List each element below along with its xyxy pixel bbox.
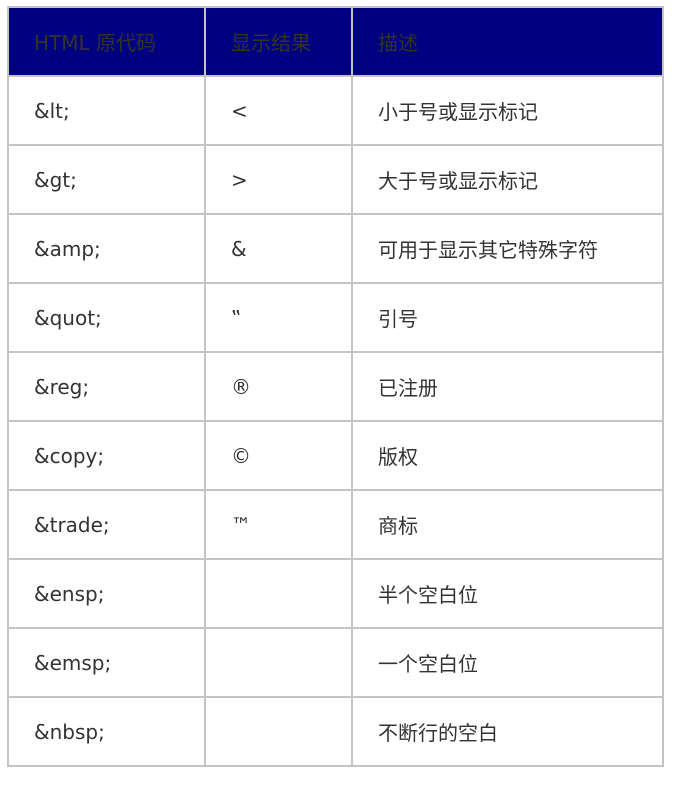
cell-result: ©	[204, 420, 353, 491]
cell-code: &gt;	[7, 144, 206, 215]
cell-code: &copy;	[7, 420, 206, 491]
cell-result: >	[204, 144, 353, 215]
table-row: &nbsp; 不断行的空白	[7, 696, 664, 767]
header-code: HTML 原代码	[7, 6, 206, 77]
cell-description: 大于号或显示标记	[351, 144, 664, 215]
cell-result: ‟	[204, 282, 353, 353]
cell-description: 小于号或显示标记	[351, 75, 664, 146]
table-row: &amp; & 可用于显示其它特殊字符	[7, 213, 664, 284]
table-row: &quot; ‟ 引号	[7, 282, 664, 353]
table-row: &emsp; 一个空白位	[7, 627, 664, 698]
cell-code: &reg;	[7, 351, 206, 422]
cell-code: &amp;	[7, 213, 206, 284]
table-row: &ensp; 半个空白位	[7, 558, 664, 629]
table-row: &trade; ™ 商标	[7, 489, 664, 560]
header-result: 显示结果	[204, 6, 353, 77]
cell-result: ®	[204, 351, 353, 422]
cell-description: 已注册	[351, 351, 664, 422]
cell-code: &nbsp;	[7, 696, 206, 767]
table-row: &reg; ® 已注册	[7, 351, 664, 422]
cell-code: &ensp;	[7, 558, 206, 629]
cell-result: <	[204, 75, 353, 146]
cell-description: 一个空白位	[351, 627, 664, 698]
table-row: &gt; > 大于号或显示标记	[7, 144, 664, 215]
entity-table: HTML 原代码 显示结果 描述 &lt; < 小于号或显示标记 &gt; > 大于号或显…	[7, 6, 664, 767]
header-description: 描述	[351, 6, 664, 77]
cell-description: 版权	[351, 420, 664, 491]
cell-code: &emsp;	[7, 627, 206, 698]
cell-code: &lt;	[7, 75, 206, 146]
cell-description: 商标	[351, 489, 664, 560]
cell-result: ™	[204, 489, 353, 560]
cell-description: 不断行的空白	[351, 696, 664, 767]
cell-code: &quot;	[7, 282, 206, 353]
cell-result: &	[204, 213, 353, 284]
cell-result	[204, 696, 353, 767]
table-row: &lt; < 小于号或显示标记	[7, 75, 664, 146]
cell-description: 半个空白位	[351, 558, 664, 629]
cell-description: 引号	[351, 282, 664, 353]
cell-result	[204, 627, 353, 698]
cell-description: 可用于显示其它特殊字符	[351, 213, 664, 284]
cell-result	[204, 558, 353, 629]
table-row: &copy; © 版权	[7, 420, 664, 491]
header-row: HTML 原代码 显示结果 描述	[7, 6, 664, 77]
cell-code: &trade;	[7, 489, 206, 560]
